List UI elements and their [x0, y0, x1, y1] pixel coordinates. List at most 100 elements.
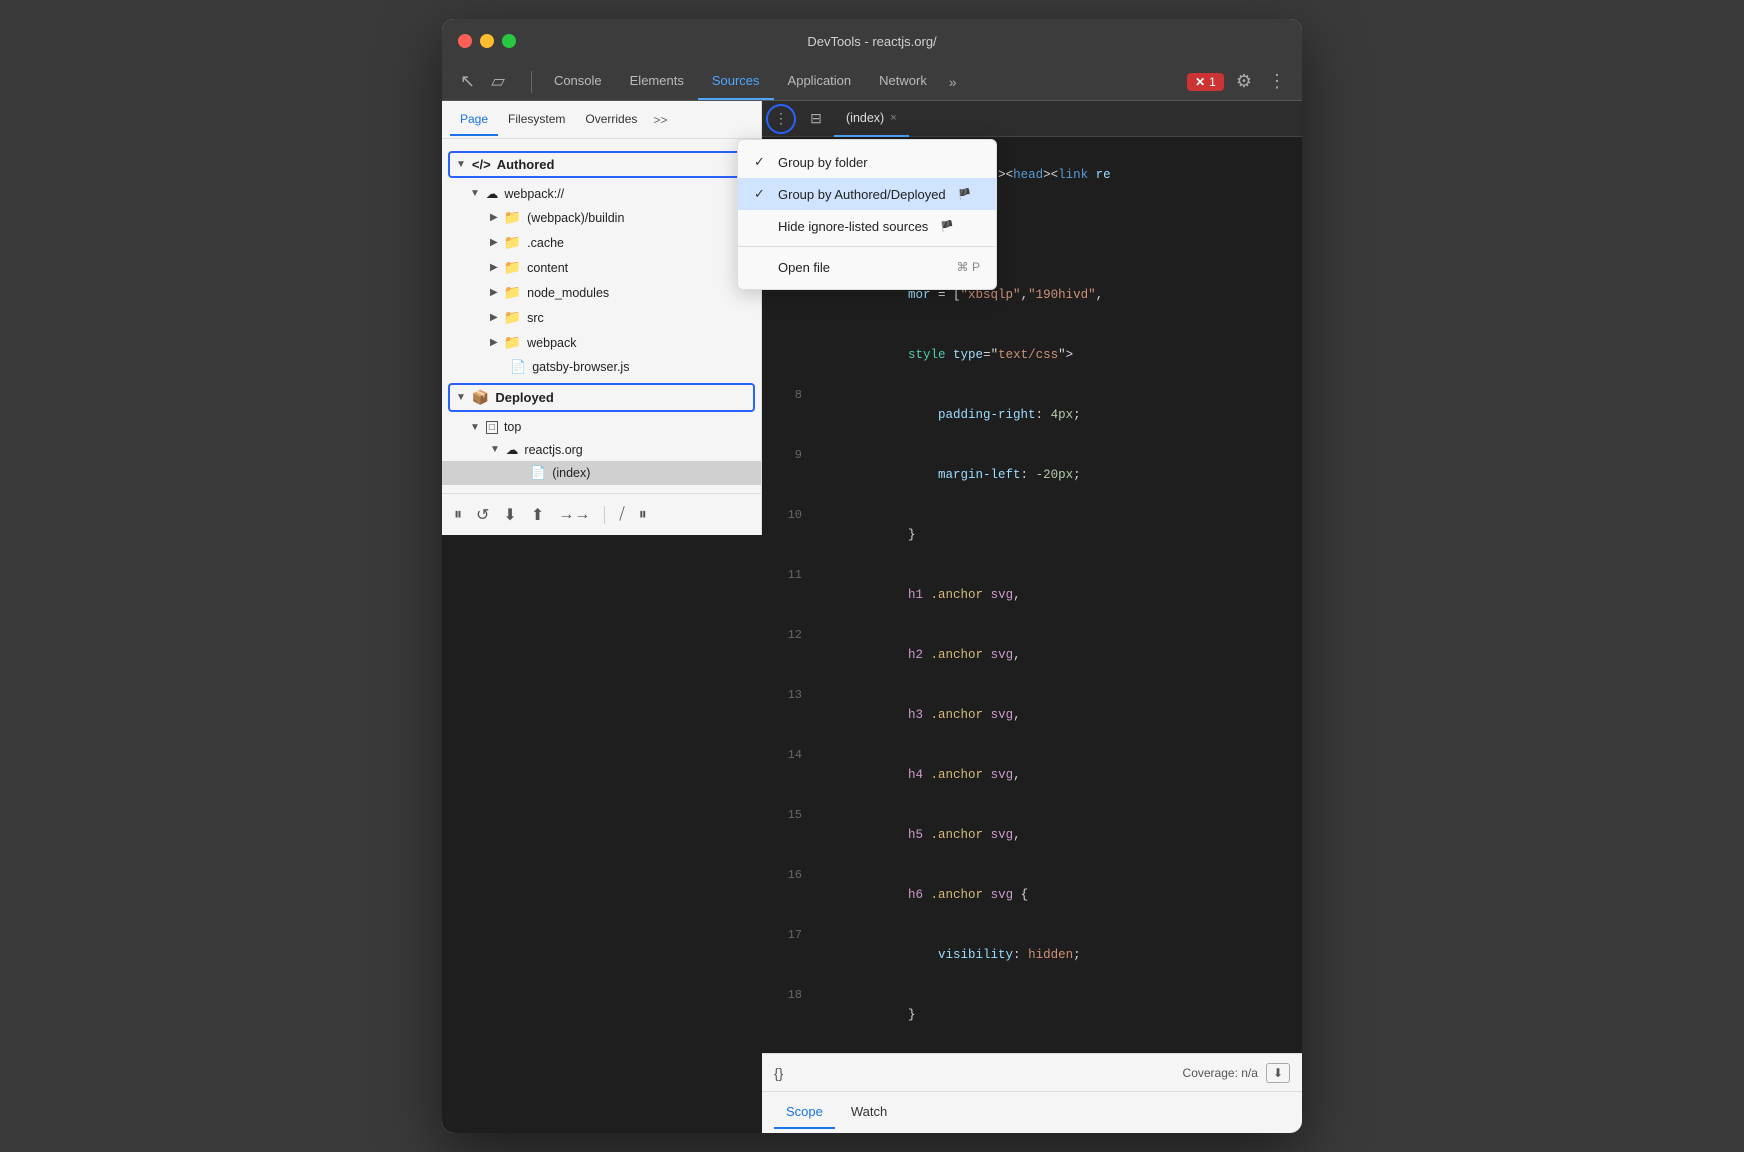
settings-button[interactable]: ⚙ [1232, 67, 1256, 96]
line-number: 11 [770, 566, 802, 585]
step-out-button[interactable]: ⬆ [531, 505, 544, 525]
menu-dots-button[interactable]: ⋮ [766, 104, 796, 134]
file-icon: 📄 [530, 465, 546, 481]
main-content: Page Filesystem Overrides >> ▼ </> Autho… [442, 101, 1302, 1133]
deployed-label: Deployed [495, 390, 554, 405]
cursor-icon[interactable]: ↖ [454, 67, 481, 96]
title-bar: DevTools - reactjs.org/ [442, 19, 1302, 63]
menu-item-group-folder[interactable]: ✓ Group by folder [738, 146, 996, 178]
menu-item-hide-ignored[interactable]: ✓ Hide ignore-listed sources 🏴 [738, 210, 996, 242]
item-label: content [527, 261, 568, 275]
folder-icon: 📁 [504, 284, 521, 301]
code-content: visibility: hidden; [818, 925, 1081, 985]
deployed-chevron: ▼ [456, 392, 466, 403]
error-icon: ✕ [1195, 75, 1205, 89]
deployed-section[interactable]: ▼ 📦 Deployed [448, 383, 755, 412]
code-content: padding-right: 4px; [818, 385, 1081, 445]
code-content: h1 .anchor svg, [818, 565, 1021, 625]
watch-tab[interactable]: Watch [839, 1096, 899, 1129]
step-over-button[interactable]: ↺ [476, 505, 489, 525]
code-line: 11 h1 .anchor svg, [762, 565, 1302, 625]
window-title: DevTools - reactjs.org/ [807, 34, 936, 49]
list-item[interactable]: ▶ 📁 (webpack)/buildin [442, 205, 761, 230]
context-menu: ✓ Group by folder ✓ Group by Authored/De… [737, 139, 997, 290]
tab-console[interactable]: Console [540, 63, 616, 100]
code-line: 9 margin-left: -20px; [762, 445, 1302, 505]
device-icon[interactable]: ▱ [485, 67, 511, 96]
webpack-item[interactable]: ▼ ☁ webpack:// [442, 182, 761, 205]
code-line: 14 h4 .anchor svg, [762, 745, 1302, 805]
list-item[interactable]: ▶ 📁 src [442, 305, 761, 330]
item-chevron: ▼ [470, 422, 480, 433]
step-into-button[interactable]: ⬇ [503, 505, 516, 525]
code-line: 13 h3 .anchor svg, [762, 685, 1302, 745]
sub-tab-filesystem[interactable]: Filesystem [498, 104, 575, 136]
step-button[interactable]: →→ [558, 506, 590, 524]
menu-item-group-authored[interactable]: ✓ Group by Authored/Deployed 🏴 [738, 178, 996, 210]
check-icon: ✓ [754, 154, 770, 170]
menu-separator [738, 246, 996, 247]
line-number: 12 [770, 626, 802, 645]
list-item[interactable]: 📄 gatsby-browser.js [442, 355, 761, 379]
deployed-icon: 📦 [472, 389, 489, 406]
list-item[interactable]: ▼ □ top [442, 416, 761, 438]
line-number: 14 [770, 746, 802, 765]
file-tab-label: (index) [846, 111, 884, 125]
folder-icon: 📁 [504, 259, 521, 276]
devtools-window: DevTools - reactjs.org/ ↖ ▱ Console Elem… [442, 19, 1302, 1133]
flag-icon: 🏴 [958, 188, 972, 201]
code-content: h4 .anchor svg, [818, 745, 1021, 805]
item-label: webpack [527, 336, 576, 350]
line-number: 15 [770, 806, 802, 825]
tab-sources[interactable]: Sources [698, 63, 774, 100]
toggle-sidebar-button[interactable]: ⊟ [802, 105, 830, 133]
check-icon: ✓ [754, 186, 770, 202]
list-item[interactable]: ▶ 📁 content [442, 255, 761, 280]
item-label: (webpack)/buildin [527, 211, 624, 225]
list-item[interactable]: 📄 (index) [442, 461, 761, 485]
maximize-button[interactable] [502, 34, 516, 48]
tab-application[interactable]: Application [774, 63, 866, 100]
cloud-icon: ☁ [506, 442, 519, 457]
code-content: margin-left: -20px; [818, 445, 1081, 505]
code-line: 8 padding-right: 4px; [762, 385, 1302, 445]
item-chevron: ▶ [490, 212, 498, 223]
list-item[interactable]: ▼ ☁ reactjs.org [442, 438, 761, 461]
code-content: style type="text/css"> [818, 325, 1073, 385]
code-line: 17 visibility: hidden; [762, 925, 1302, 985]
list-item[interactable]: ▶ 📁 .cache [442, 230, 761, 255]
file-tree: ▼ </> Authored ▼ ☁ webpack:// ▶ 📁 ( [442, 139, 761, 493]
authored-section[interactable]: ▼ </> Authored [448, 151, 755, 178]
pause-button[interactable]: ⏸ [454, 506, 462, 524]
menu-item-open-file[interactable]: ✓ Open file ⌘ P [738, 251, 996, 283]
tab-elements[interactable]: Elements [616, 63, 698, 100]
left-panel: Page Filesystem Overrides >> ▼ </> Autho… [442, 101, 762, 535]
code-content: } [818, 505, 916, 565]
sub-tab-overrides[interactable]: Overrides [575, 104, 647, 136]
nav-icons: ↖ ▱ [454, 67, 511, 96]
tab-network[interactable]: Network [865, 63, 941, 100]
stop-button[interactable]: ⏸ [639, 506, 647, 524]
close-tab-button[interactable]: × [890, 112, 896, 124]
sub-tab-page[interactable]: Page [450, 104, 498, 136]
list-item[interactable]: ▶ 📁 webpack [442, 330, 761, 355]
scope-tab[interactable]: Scope [774, 1096, 835, 1129]
more-options-button[interactable]: ⋮ [1264, 67, 1290, 96]
item-chevron: ▶ [490, 287, 498, 298]
deactivate-button[interactable]: ⧸ [619, 506, 624, 524]
nav-bar: ↖ ▱ Console Elements Sources Application… [442, 63, 1302, 101]
sub-nav-more[interactable]: >> [647, 109, 673, 131]
minimize-button[interactable] [480, 34, 494, 48]
bottom-status-bar: {} Coverage: n/a ⬇ [762, 1053, 1302, 1091]
close-button[interactable] [458, 34, 472, 48]
error-count: 1 [1209, 75, 1216, 89]
nav-more-button[interactable]: » [941, 70, 965, 94]
file-tab-index[interactable]: (index) × [834, 101, 909, 137]
line-number: 16 [770, 866, 802, 885]
coverage-download-button[interactable]: ⬇ [1266, 1063, 1290, 1083]
list-item[interactable]: ▶ 📁 node_modules [442, 280, 761, 305]
line-number: 17 [770, 926, 802, 945]
pretty-print-button[interactable]: {} [774, 1065, 783, 1081]
code-content: } [818, 985, 916, 1045]
nav-right: ✕ 1 ⚙ ⋮ [1187, 67, 1290, 96]
